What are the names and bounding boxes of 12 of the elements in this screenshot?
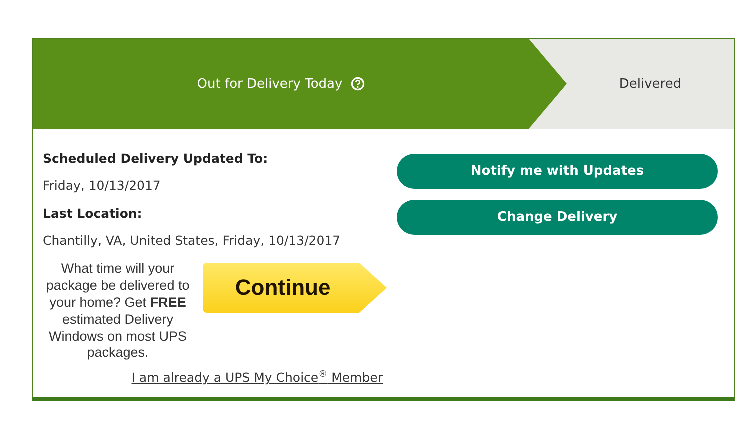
help-icon[interactable] bbox=[350, 77, 365, 91]
detail-value: Friday, 10/13/2017 bbox=[43, 178, 162, 193]
step-label: Delivered bbox=[619, 76, 682, 92]
detail-label: Scheduled Delivery Updated To: bbox=[43, 151, 270, 166]
detail-label: Last Location: bbox=[43, 206, 144, 221]
action-button[interactable]: Change Delivery bbox=[397, 200, 718, 235]
member-link[interactable]: I am already a UPS My Choice$^{®}$ Member bbox=[132, 370, 383, 386]
detail-value: Chantilly, VA, United States, Friday, 10/13/2017 bbox=[43, 233, 342, 248]
step-label: Out for Delivery Today bbox=[197, 76, 343, 92]
continue-button[interactable]: Continue bbox=[203, 263, 387, 313]
action-button[interactable]: Notify me with Updates bbox=[397, 154, 718, 189]
promo-text: What time will your package be delivered to your home? Get FREE estimated Delivery Windows on most UPS packages. bbox=[45, 261, 191, 362]
